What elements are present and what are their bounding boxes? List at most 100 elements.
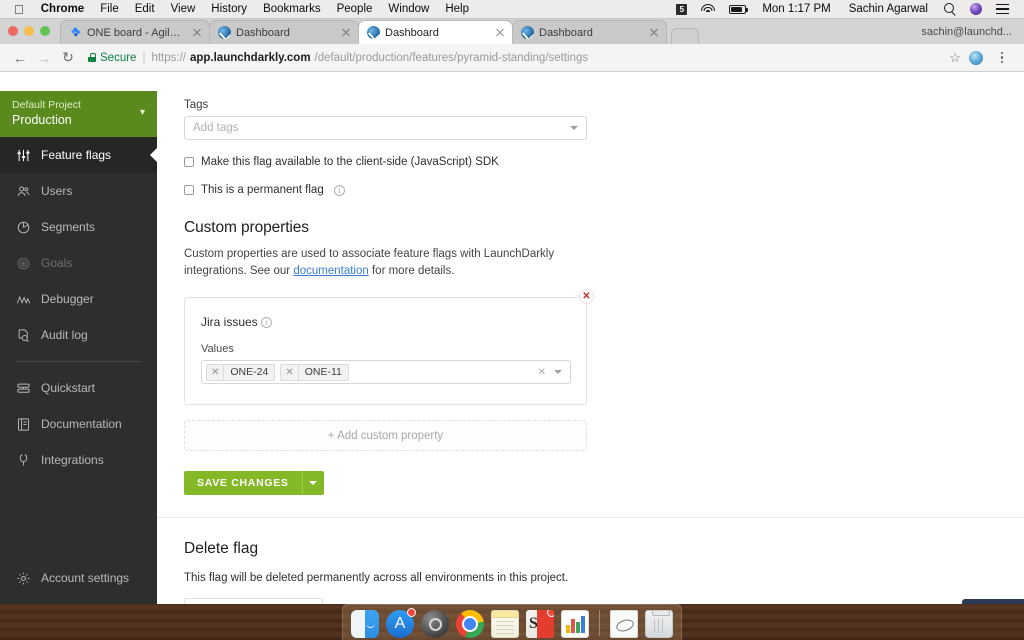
apple-icon[interactable]:  [8, 1, 33, 18]
siri-icon[interactable] [963, 3, 989, 15]
value-pill[interactable]: ✕ ONE-24 [206, 364, 275, 381]
forward-arrow-icon[interactable]: → [32, 46, 56, 70]
chevron-down-icon [570, 126, 578, 130]
client-side-sdk-checkbox[interactable] [184, 157, 194, 167]
tab-dashboard-1[interactable]: Dashboard [209, 20, 359, 44]
battery-icon[interactable] [722, 5, 753, 14]
app-sidebar: Default Project Production ▾ Feature fla… [0, 91, 157, 604]
macos-menu-bar:  Chrome File Edit View History Bookmark… [0, 0, 1024, 19]
save-changes-button[interactable]: SAVE CHANGES [184, 471, 302, 495]
menu-history[interactable]: History [203, 0, 255, 19]
book-icon [16, 417, 31, 432]
permanent-flag-checkbox-row[interactable]: This is a permanent flag i [184, 184, 587, 196]
star-icon[interactable]: ☆ [948, 51, 962, 65]
wifi-icon[interactable] [694, 4, 722, 15]
menu-window[interactable]: Window [380, 0, 437, 19]
sidebar-item-account-settings[interactable]: Account settings [0, 560, 157, 596]
tab-strip: ONE board - Agile Board - Jira Dashboard… [0, 19, 1024, 44]
sidebar-item-quickstart[interactable]: Quickstart [0, 370, 157, 406]
tab-close-icon[interactable] [340, 27, 352, 39]
user-name[interactable]: Sachin Agarwal [840, 3, 937, 15]
sidebar-item-documentation[interactable]: Documentation [0, 406, 157, 442]
custom-property-card: ✕ Jira issues i Values ✕ ONE-24 [184, 297, 587, 405]
menu-edit[interactable]: Edit [127, 0, 163, 19]
address-bar[interactable]: Secure | https://app.launchdarkly.com/de… [80, 48, 948, 68]
info-icon[interactable]: i [261, 317, 272, 328]
delete-this-flag-button[interactable]: DELETE THIS FLAG [184, 598, 323, 604]
remove-value-icon[interactable]: ✕ [281, 365, 298, 380]
sidebar-item-segments[interactable]: Segments [0, 209, 157, 245]
tab-jira[interactable]: ONE board - Agile Board - Jira [60, 20, 210, 44]
sidebar-item-audit-log[interactable]: Audit log [0, 317, 157, 353]
dock-item-app-store[interactable]: A [386, 610, 414, 638]
remove-property-icon[interactable]: ✕ [579, 289, 594, 304]
sidebar-item-debugger[interactable]: Debugger [0, 281, 157, 317]
save-options-dropdown[interactable] [302, 471, 324, 495]
sidebar-item-logout[interactable]: Logout [0, 596, 157, 604]
clear-all-icon[interactable]: ✕ [538, 367, 546, 378]
back-arrow-icon[interactable]: ← [8, 46, 32, 70]
sidebar-spacer [0, 478, 157, 560]
sidebar-item-label: Quickstart [41, 381, 95, 395]
minimize-window-button[interactable] [24, 26, 34, 36]
maximize-window-button[interactable] [40, 26, 50, 36]
dock-item-notes[interactable] [491, 610, 519, 638]
project-environment-selector[interactable]: Default Project Production ▾ [0, 91, 157, 137]
web-page: Default Project Production ▾ Feature fla… [0, 91, 1024, 604]
dock-item-finder[interactable] [351, 610, 379, 638]
macos-dock: A [342, 604, 682, 640]
tab-dashboard-2[interactable]: Dashboard [358, 20, 513, 44]
menu-bar-left:  Chrome File Edit View History Bookmark… [8, 0, 477, 19]
dock-item-sublime-text[interactable] [526, 610, 554, 638]
menu-help[interactable]: Help [437, 0, 477, 19]
values-multiselect[interactable]: ✕ ONE-24 ✕ ONE-11 ✕ [201, 360, 571, 384]
save-button-group: SAVE CHANGES [184, 471, 587, 495]
tab-close-icon[interactable] [494, 27, 506, 39]
notification-center-icon[interactable] [989, 4, 1016, 14]
spotlight-search-icon[interactable] [937, 3, 963, 15]
extension-icon[interactable] [964, 46, 988, 70]
new-tab-button[interactable] [671, 28, 699, 44]
tags-label: Tags [184, 99, 587, 111]
sidebar-item-label: Feature flags [41, 148, 111, 162]
sidebar-item-feature-flags[interactable]: Feature flags [0, 137, 157, 173]
clock[interactable]: Mon 1:17 PM [753, 3, 839, 15]
dock-item-downloads-stack[interactable] [610, 610, 638, 638]
window-controls[interactable] [8, 26, 50, 36]
dock-item-google-chrome[interactable] [456, 610, 484, 638]
badge [407, 608, 416, 617]
dock-item-system-preferences[interactable] [421, 610, 449, 638]
profile-label[interactable]: sachin@launchd... [921, 26, 1024, 44]
value-pill[interactable]: ✕ ONE-11 [280, 364, 349, 381]
menu-bookmarks[interactable]: Bookmarks [255, 0, 329, 19]
chevron-down-icon[interactable] [554, 370, 562, 374]
menu-people[interactable]: People [329, 0, 381, 19]
sidebar-item-users[interactable]: Users [0, 173, 157, 209]
lastpass-icon[interactable]: 5 [669, 4, 694, 15]
dock-item-trash[interactable] [645, 610, 673, 638]
client-side-sdk-checkbox-row[interactable]: Make this flag available to the client-s… [184, 156, 587, 168]
menu-chrome[interactable]: Chrome [33, 0, 92, 19]
tab-close-icon[interactable] [191, 27, 203, 39]
dock-item-numbers[interactable] [561, 610, 589, 638]
menu-file[interactable]: File [92, 0, 127, 19]
info-icon[interactable]: i [334, 185, 345, 196]
support-button[interactable]: Support [962, 599, 1024, 604]
remove-value-icon[interactable]: ✕ [207, 365, 224, 380]
documentation-link[interactable]: documentation [293, 265, 368, 277]
omnibox-divider: | [142, 52, 145, 64]
add-custom-property-button[interactable]: + Add custom property [184, 420, 587, 451]
url-scheme: https:// [151, 52, 186, 64]
close-window-button[interactable] [8, 26, 18, 36]
url-path: /default/production/features/pyramid-sta… [315, 52, 589, 64]
permanent-flag-checkbox[interactable] [184, 185, 194, 195]
sidebar-item-goals[interactable]: Goals [0, 245, 157, 281]
tab-close-icon[interactable] [648, 27, 660, 39]
reload-icon[interactable]: ↻ [56, 46, 80, 70]
menu-bar-status-area: 5 Mon 1:17 PM Sachin Agarwal [669, 3, 1016, 15]
sidebar-item-integrations[interactable]: Integrations [0, 442, 157, 478]
kebab-menu-icon[interactable] [990, 46, 1014, 70]
menu-view[interactable]: View [163, 0, 204, 19]
tab-dashboard-3[interactable]: Dashboard [512, 20, 667, 44]
tags-input[interactable]: Add tags [184, 116, 587, 140]
